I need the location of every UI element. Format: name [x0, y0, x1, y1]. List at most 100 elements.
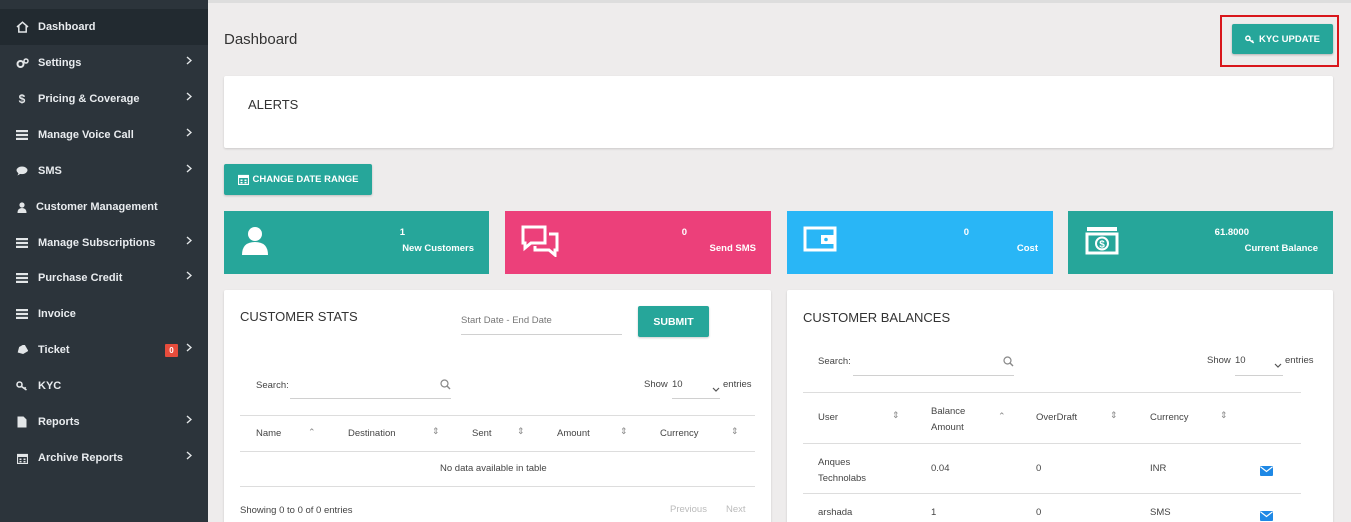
sidebar-item-customer-management[interactable]: Customer Management	[0, 189, 208, 225]
sidebar-item-pricing[interactable]: $ Pricing & Coverage	[0, 81, 208, 117]
customer-balances-title: CUSTOMER BALANCES	[803, 310, 951, 325]
svg-text:$: $	[1099, 240, 1105, 251]
stat-value: 1	[399, 227, 405, 238]
key-icon	[14, 381, 30, 391]
column-header-overdraft[interactable]: OverDraft	[1036, 412, 1077, 423]
sidebar-item-label: Dashboard	[38, 21, 96, 33]
date-range-input[interactable]: Start Date - End Date	[461, 315, 552, 326]
mail-icon[interactable]	[1260, 508, 1273, 522]
gears-icon	[14, 57, 30, 69]
sort-both-icon: ⇕	[620, 426, 628, 436]
list-icon	[14, 238, 30, 248]
next-page-button[interactable]: Next	[726, 504, 746, 515]
stat-label: Send SMS	[709, 243, 756, 254]
column-header-amount[interactable]: Amount	[557, 428, 590, 439]
column-header-balance-amount[interactable]: Balance Amount	[931, 404, 981, 436]
sidebar-item-invoice[interactable]: Invoice	[0, 296, 208, 332]
chevron-down-icon	[712, 380, 720, 398]
stat-cost: 0 Cost	[787, 211, 1053, 274]
sidebar-item-label: Reports	[38, 416, 80, 428]
column-header-currency[interactable]: Currency	[660, 428, 699, 439]
sidebar-item-label: Purchase Credit	[38, 272, 123, 284]
column-header-destination[interactable]: Destination	[348, 428, 396, 439]
sort-both-icon: ⇕	[892, 410, 900, 420]
calendar-icon	[237, 174, 249, 185]
column-header-name[interactable]: Name	[256, 428, 281, 439]
table-header-bottom-line	[240, 451, 755, 452]
list-icon	[14, 273, 30, 283]
sort-both-icon: ⇕	[731, 426, 739, 436]
search-input[interactable]	[853, 375, 1014, 376]
date-range-underline	[461, 334, 622, 335]
alerts-title: ALERTS	[248, 97, 299, 112]
customer-stats-title: CUSTOMER STATS	[240, 309, 358, 324]
change-date-range-button[interactable]: CHANGE DATE RANGE	[224, 164, 372, 195]
ticket-count-badge: 0	[165, 344, 178, 357]
stat-label: Current Balance	[1244, 243, 1318, 254]
stat-value: 61.8000	[1214, 227, 1249, 238]
chevron-right-icon	[186, 271, 193, 283]
stat-current-balance: $ 61.8000 Current Balance	[1068, 211, 1333, 274]
table-row-divider	[803, 493, 1301, 494]
sidebar-item-kyc[interactable]: KYC	[0, 368, 208, 404]
sidebar-item-label: Manage Voice Call	[38, 129, 134, 141]
table-bottom-line	[240, 486, 755, 487]
sidebar-item-dashboard[interactable]: Dashboard	[0, 9, 208, 45]
entries-label: entries	[1285, 355, 1314, 366]
sidebar-item-label: SMS	[38, 165, 62, 177]
search-input[interactable]	[290, 398, 451, 399]
chevron-right-icon	[186, 451, 193, 463]
stat-label: New Customers	[402, 243, 474, 254]
kyc-update-label: KYC UPDATE	[1258, 33, 1321, 45]
sidebar-item-purchase-credit[interactable]: Purchase Credit	[0, 260, 208, 296]
sidebar-item-label: Settings	[38, 57, 82, 69]
sidebar-item-archive-reports[interactable]: Archive Reports	[0, 440, 208, 476]
entries-label: entries	[723, 379, 752, 390]
column-header-user[interactable]: User	[818, 412, 838, 423]
sidebar-item-sms[interactable]: SMS	[0, 153, 208, 189]
show-label: Show	[644, 379, 668, 390]
top-divider	[208, 0, 1351, 3]
search-icon	[440, 377, 451, 395]
list-icon	[14, 309, 30, 319]
stat-label: Cost	[1016, 243, 1038, 254]
search-label: Search:	[818, 356, 851, 367]
user-icon	[240, 225, 270, 260]
column-header-sent[interactable]: Sent	[472, 428, 492, 439]
sort-asc-icon: ⌃	[308, 427, 316, 437]
stat-new-customers: 1 New Customers	[224, 211, 489, 274]
page-title: Dashboard	[224, 31, 298, 48]
cell-overdraft: 0	[1036, 507, 1042, 518]
show-label: Show	[1207, 355, 1231, 366]
sidebar-item-label: Archive Reports	[38, 452, 123, 464]
chevron-right-icon	[186, 236, 193, 248]
cell-currency: SMS	[1150, 507, 1171, 518]
page-size-select[interactable]: 10	[672, 379, 683, 390]
previous-page-button[interactable]: Previous	[670, 504, 707, 515]
submit-button[interactable]: SUBMIT	[638, 306, 709, 337]
column-header-currency[interactable]: Currency	[1150, 412, 1189, 423]
sort-both-icon: ⇕	[1110, 410, 1118, 420]
file-icon	[14, 416, 30, 428]
kyc-update-button[interactable]: KYC UPDATE	[1232, 24, 1333, 54]
sidebar-item-label: Manage Subscriptions	[38, 237, 156, 249]
table-header-top-line	[803, 392, 1301, 393]
cell-overdraft: 0	[1036, 463, 1042, 474]
sort-both-icon: ⇕	[432, 426, 440, 436]
sidebar-item-subscriptions[interactable]: Manage Subscriptions	[0, 225, 208, 261]
cell-user: Anques Technolabs	[818, 457, 867, 484]
search-icon	[1003, 354, 1014, 372]
sidebar-item-voice-call[interactable]: Manage Voice Call	[0, 117, 208, 153]
sidebar-item-settings[interactable]: Settings	[0, 45, 208, 81]
table-header-top-line	[240, 415, 755, 416]
sort-both-icon: ⇕	[1220, 410, 1228, 420]
page-size-select[interactable]: 10	[1235, 355, 1246, 366]
sort-asc-icon: ⌃	[998, 411, 1006, 421]
comment-icon	[14, 166, 30, 176]
mail-icon[interactable]	[1260, 463, 1273, 481]
sidebar-item-reports[interactable]: Reports	[0, 404, 208, 440]
wallet-icon	[803, 225, 837, 258]
table-info: Showing 0 to 0 of 0 entries	[240, 505, 353, 516]
empty-table-message: No data available in table	[440, 463, 547, 474]
sidebar-item-ticket[interactable]: Ticket 0	[0, 332, 208, 368]
